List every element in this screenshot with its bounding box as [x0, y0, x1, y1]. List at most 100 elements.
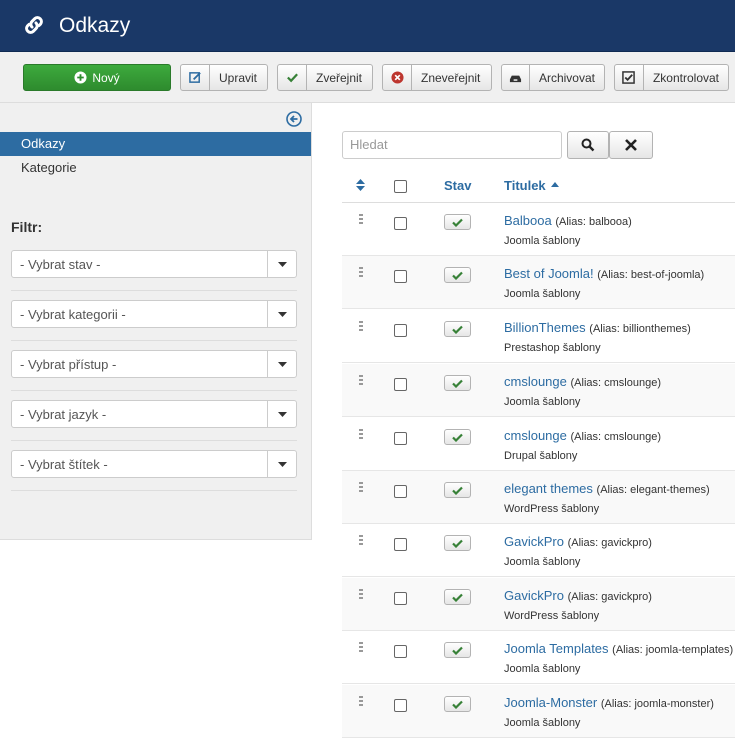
table-header: Stav Titulek: [342, 170, 735, 203]
table-row: cmslounge (Alias: cmslounge) Drupal šablo…: [342, 418, 735, 471]
filter-tag-select[interactable]: - Vybrat štítek -: [11, 450, 297, 478]
drag-handle-icon[interactable]: [359, 482, 363, 494]
row-checkbox[interactable]: [394, 699, 407, 712]
drag-handle-icon[interactable]: [359, 429, 363, 441]
row-title-link[interactable]: Best of Joomla!: [504, 266, 594, 281]
drag-handle-icon[interactable]: [359, 589, 363, 601]
unpublish-button-label: Zneveřejnit: [421, 70, 481, 85]
check-icon: [452, 646, 463, 655]
status-toggle-button[interactable]: [444, 267, 471, 283]
sidebar-item-odkazy[interactable]: Odkazy: [0, 132, 311, 156]
row-title-link[interactable]: cmslounge: [504, 428, 567, 443]
row-alias: (Alias: gavickpro): [567, 591, 652, 603]
search-button[interactable]: [567, 131, 609, 159]
row-checkbox[interactable]: [394, 645, 407, 658]
archive-button[interactable]: Archivovat: [501, 64, 605, 91]
caret-down-icon: [267, 251, 296, 277]
status-toggle-button[interactable]: [444, 482, 471, 498]
filter-status-select[interactable]: - Vybrat stav -: [11, 250, 297, 278]
row-title-link[interactable]: GavickPro: [504, 534, 564, 549]
row-alias: (Alias: joomla-templates): [612, 644, 734, 656]
row-title-link[interactable]: cmslounge: [504, 374, 567, 389]
drag-handle-icon[interactable]: [359, 214, 363, 226]
clear-search-button[interactable]: [609, 131, 653, 159]
drag-handle-icon[interactable]: [359, 267, 363, 279]
row-checkbox[interactable]: [394, 592, 407, 605]
status-toggle-button[interactable]: [444, 696, 471, 712]
search-input[interactable]: Hledat: [342, 131, 562, 159]
filter-category-value: - Vybrat kategorii -: [20, 307, 126, 322]
edit-icon: [181, 65, 210, 90]
filter-divider: [11, 290, 297, 291]
status-toggle-button[interactable]: [444, 429, 471, 445]
drag-handle-icon[interactable]: [359, 535, 363, 547]
close-icon: [625, 139, 637, 151]
drag-handle-icon[interactable]: [359, 696, 363, 708]
table-row: Joomla Templates (Alias: joomla-template…: [342, 631, 735, 684]
row-title-link[interactable]: Balbooa: [504, 213, 552, 228]
unpublish-button[interactable]: Zneveřejnit: [382, 64, 492, 91]
row-title-link[interactable]: Joomla-Monster: [504, 695, 597, 710]
filter-status-value: - Vybrat stav -: [20, 257, 101, 272]
sort-icon[interactable]: [356, 179, 365, 191]
filter-divider: [11, 390, 297, 391]
table-row: BillionThemes (Alias: billionthemes) Pres…: [342, 310, 735, 363]
drag-handle-icon[interactable]: [359, 321, 363, 333]
sidebar-item-kategorie[interactable]: Kategorie: [0, 156, 311, 180]
drag-handle-icon[interactable]: [359, 375, 363, 387]
row-category: Joomla šablony: [504, 556, 581, 568]
column-status-header[interactable]: Stav: [444, 178, 471, 193]
row-checkbox[interactable]: [394, 485, 407, 498]
sidebar: Odkazy Kategorie Filtr: - Vybrat stav - …: [0, 103, 312, 540]
x-circle-icon: [383, 65, 412, 90]
row-category: WordPress šablony: [504, 610, 600, 622]
status-toggle-button[interactable]: [444, 321, 471, 337]
row-title-link[interactable]: elegant themes: [504, 481, 593, 496]
row-alias: (Alias: elegant-themes): [596, 484, 710, 496]
arrow-left-circle-icon[interactable]: [286, 111, 302, 127]
filter-category-select[interactable]: - Vybrat kategorii -: [11, 300, 297, 328]
row-checkbox[interactable]: [394, 432, 407, 445]
drag-handle-icon[interactable]: [359, 642, 363, 654]
check-icon: [452, 271, 463, 280]
caret-up-icon: [551, 182, 559, 187]
row-checkbox[interactable]: [394, 538, 407, 551]
row-alias: (Alias: best-of-joomla): [597, 269, 705, 281]
publish-button[interactable]: Zveřejnit: [277, 64, 373, 91]
table-row: elegant themes (Alias: elegant-themes) Wo…: [342, 471, 735, 524]
check-icon: [452, 433, 463, 442]
row-checkbox[interactable]: [394, 270, 407, 283]
filter-access-select[interactable]: - Vybrat přístup -: [11, 350, 297, 378]
status-toggle-button[interactable]: [444, 535, 471, 551]
check-icon: [452, 218, 463, 227]
filter-language-value: - Vybrat jazyk -: [20, 407, 107, 422]
row-title-link[interactable]: GavickPro: [504, 588, 564, 603]
row-checkbox[interactable]: [394, 378, 407, 391]
row-alias: (Alias: cmslounge): [570, 377, 661, 389]
row-alias: (Alias: balbooa): [555, 216, 632, 228]
column-title-header[interactable]: Titulek: [504, 178, 546, 193]
row-checkbox[interactable]: [394, 324, 407, 337]
filter-label: Filtr:: [11, 219, 43, 235]
filter-language-select[interactable]: - Vybrat jazyk -: [11, 400, 297, 428]
status-toggle-button[interactable]: [444, 375, 471, 391]
row-alias: (Alias: cmslounge): [570, 431, 661, 443]
table-row: GavickPro (Alias: gavickpro) Joomla šablo…: [342, 524, 735, 577]
edit-button[interactable]: Upravit: [180, 64, 268, 91]
status-toggle-button[interactable]: [444, 589, 471, 605]
link-icon: [25, 16, 43, 34]
row-checkbox[interactable]: [394, 217, 407, 230]
checkin-button[interactable]: Zkontrolovat: [614, 64, 729, 91]
row-alias: (Alias: gavickpro): [567, 537, 652, 549]
status-toggle-button[interactable]: [444, 642, 471, 658]
row-category: Prestashop šablony: [504, 342, 601, 354]
search-icon: [581, 138, 595, 152]
status-toggle-button[interactable]: [444, 214, 471, 230]
row-title-link[interactable]: BillionThemes: [504, 320, 586, 335]
table-row: cmslounge (Alias: cmslounge) Joomla šablo…: [342, 364, 735, 417]
select-all-checkbox[interactable]: [394, 180, 407, 193]
row-title-link[interactable]: Joomla Templates: [504, 641, 609, 656]
new-button[interactable]: Nový: [23, 64, 171, 91]
check-icon: [452, 593, 463, 602]
caret-down-icon: [267, 301, 296, 327]
